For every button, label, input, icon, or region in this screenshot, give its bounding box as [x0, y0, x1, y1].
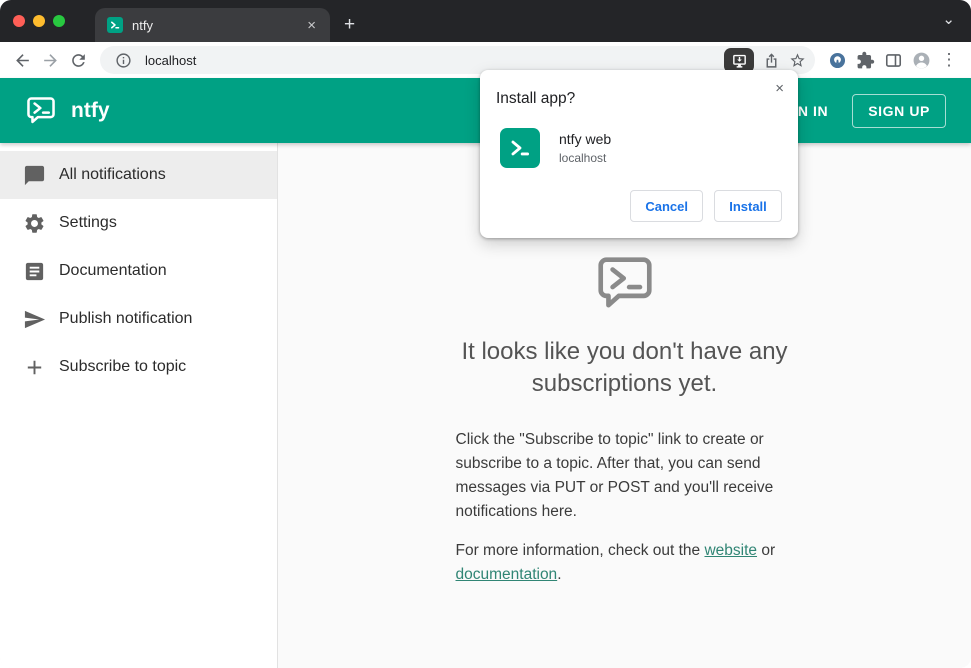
back-button[interactable] [8, 46, 36, 74]
minimize-window-button[interactable] [33, 15, 45, 27]
install-button[interactable]: Install [714, 190, 782, 222]
brand-title: ntfy [71, 98, 110, 122]
ntfy-logo-icon [25, 95, 57, 127]
password-manager-extension-icon[interactable] [823, 46, 851, 74]
sidebar-item-label: All notifications [59, 166, 166, 183]
new-tab-button[interactable]: + [344, 15, 355, 34]
reload-button[interactable] [64, 46, 92, 74]
install-app-dialog: Install app? × ntfy web localhost Cancel… [480, 70, 798, 238]
plus-icon [27, 360, 42, 374]
dialog-title: Install app? [496, 90, 576, 107]
dialog-app-origin: localhost [559, 151, 607, 165]
dialog-app-name: ntfy web [559, 131, 612, 147]
browser-window: ntfy × + ⌄ localhost ⋮ ntfy SIGN IN SIGN… [0, 0, 971, 668]
tab-search-chevron-icon[interactable]: ⌄ [942, 12, 955, 27]
gear-icon [25, 213, 44, 233]
close-window-button[interactable] [13, 15, 25, 27]
side-panel-icon[interactable] [879, 46, 907, 74]
ntfy-empty-logo-icon [594, 257, 656, 319]
more-info-text: For more information, check out the webs… [456, 539, 794, 587]
empty-state-heading: It looks like you don't have any subscri… [461, 338, 788, 397]
send-icon [24, 310, 46, 328]
website-link[interactable]: website [704, 542, 757, 559]
close-tab-button[interactable]: × [303, 16, 320, 35]
sidebar-item-label: Subscribe to topic [59, 358, 187, 375]
more-info-middle: or [757, 541, 776, 559]
sidebar-item-label: Settings [59, 214, 117, 231]
chat-bubble-icon [24, 165, 45, 185]
extensions-puzzle-icon[interactable] [851, 46, 879, 74]
sign-up-button[interactable]: SIGN UP [852, 93, 946, 128]
sidebar: All notifications Settings Documentation… [0, 143, 278, 668]
article-icon [25, 262, 44, 280]
dialog-app-row: ntfy web localhost [496, 128, 782, 168]
forward-button[interactable] [36, 46, 64, 74]
dialog-actions: Cancel Install [496, 190, 782, 222]
sidebar-item-publish-notification[interactable]: Publish notification [0, 295, 277, 343]
url-text: localhost [145, 52, 197, 68]
profile-avatar-icon[interactable] [907, 46, 935, 74]
more-info-prefix: For more information, check out the [455, 541, 705, 559]
sidebar-item-label: Publish notification [59, 310, 193, 327]
ntfy-app-icon [500, 128, 540, 168]
ntfy-favicon-icon [107, 17, 123, 33]
traffic-lights [13, 15, 65, 27]
cancel-button[interactable]: Cancel [630, 190, 703, 222]
sidebar-item-all-notifications[interactable]: All notifications [0, 151, 277, 199]
sidebar-item-documentation[interactable]: Documentation [0, 247, 277, 295]
sidebar-item-label: Documentation [59, 262, 167, 279]
dialog-app-text: ntfy web localhost [559, 131, 611, 165]
tab-strip: ntfy × + ⌄ [0, 0, 971, 42]
documentation-link[interactable]: documentation [456, 566, 558, 583]
install-app-button[interactable] [724, 47, 754, 73]
sidebar-item-subscribe-to-topic[interactable]: Subscribe to topic [0, 343, 277, 391]
browser-menu-icon[interactable]: ⋮ [935, 46, 963, 74]
site-info-icon[interactable] [110, 47, 136, 73]
empty-state: It looks like you don't have any subscri… [278, 253, 971, 587]
sidebar-item-settings[interactable]: Settings [0, 199, 277, 247]
dialog-close-icon[interactable]: × [775, 81, 784, 96]
zoom-window-button[interactable] [53, 15, 65, 27]
browser-tab-ntfy[interactable]: ntfy × [95, 8, 330, 42]
empty-state-body: Click the "Subscribe to topic" link to c… [455, 430, 774, 520]
tab-title: ntfy [132, 17, 153, 33]
more-info-suffix: . [557, 565, 562, 583]
